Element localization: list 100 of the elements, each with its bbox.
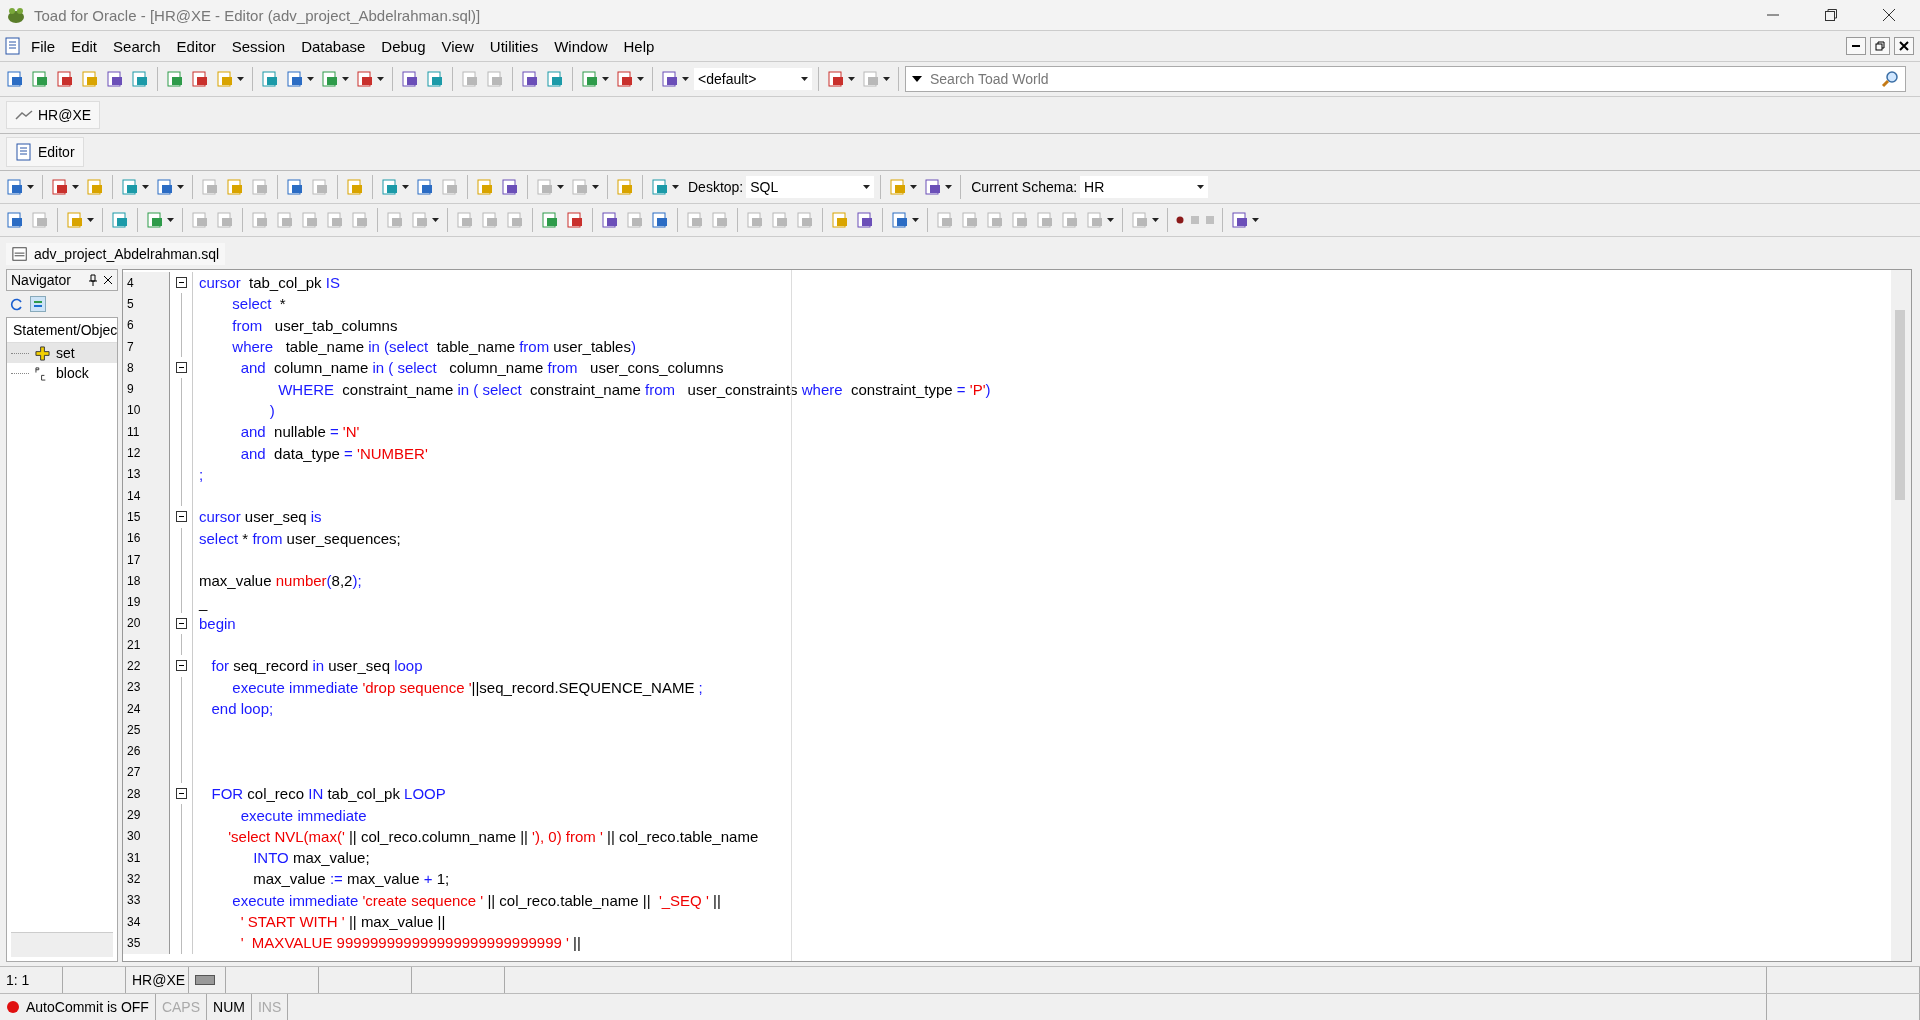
- menu-item[interactable]: File: [24, 35, 63, 57]
- document-icon[interactable]: [891, 211, 909, 229]
- caret-icon[interactable]: [602, 77, 609, 81]
- menu-item[interactable]: Editor: [169, 35, 223, 57]
- document-icon[interactable]: [521, 70, 539, 88]
- tree-item[interactable]: set: [7, 343, 117, 363]
- document-icon[interactable]: [321, 70, 339, 88]
- caret-icon[interactable]: [912, 218, 919, 222]
- editor-tab[interactable]: Editor: [6, 137, 84, 167]
- restore-button[interactable]: [1870, 37, 1890, 55]
- menu-item[interactable]: Help: [616, 35, 662, 57]
- document-icon[interactable]: [31, 70, 49, 88]
- document-icon[interactable]: [51, 178, 69, 196]
- caret-icon[interactable]: [910, 185, 918, 189]
- document-icon[interactable]: [106, 70, 124, 88]
- search-icon[interactable]: [1881, 70, 1899, 88]
- scrollbar[interactable]: [1891, 270, 1911, 961]
- caret-icon[interactable]: [682, 77, 689, 81]
- document-icon[interactable]: [616, 70, 634, 88]
- caret-icon[interactable]: [672, 185, 679, 189]
- collapse-icon[interactable]: [175, 660, 187, 672]
- caret-icon[interactable]: [167, 218, 174, 222]
- collapse-icon[interactable]: [175, 362, 187, 374]
- tree-item[interactable]: block: [7, 363, 117, 383]
- caret-icon[interactable]: [945, 185, 953, 189]
- document-icon[interactable]: [111, 211, 129, 229]
- document-icon[interactable]: [924, 178, 943, 196]
- caret-icon[interactable]: [87, 218, 94, 222]
- record-icon[interactable]: [1176, 216, 1184, 224]
- document-icon[interactable]: [131, 70, 149, 88]
- document-icon[interactable]: [581, 70, 599, 88]
- pin-icon[interactable]: [88, 274, 98, 286]
- menu-item[interactable]: Search: [106, 35, 168, 57]
- document-icon[interactable]: [401, 70, 419, 88]
- caret-icon[interactable]: [912, 76, 922, 82]
- document-icon[interactable]: [661, 70, 679, 88]
- menu-item[interactable]: Window: [547, 35, 615, 57]
- menu-item[interactable]: Edit: [64, 35, 105, 57]
- desktop-dropdown[interactable]: SQL: [746, 176, 875, 198]
- schema-dropdown[interactable]: HR: [1080, 176, 1209, 198]
- menu-item[interactable]: Debug: [374, 35, 433, 57]
- line-number: 20: [123, 612, 170, 635]
- document-icon[interactable]: [416, 178, 434, 196]
- menu-item[interactable]: Utilities: [482, 35, 546, 57]
- document-icon[interactable]: [191, 70, 209, 88]
- restore-icon[interactable]: [1824, 8, 1838, 22]
- document-icon[interactable]: [6, 178, 24, 196]
- caret-icon[interactable]: [237, 77, 244, 81]
- minimize-button[interactable]: [1846, 37, 1866, 55]
- restore-icon: [1875, 41, 1885, 51]
- close-icon[interactable]: [103, 275, 113, 285]
- document-icon[interactable]: [546, 70, 564, 88]
- document-icon[interactable]: [56, 70, 74, 88]
- status-dot-icon: [6, 1000, 20, 1014]
- file-tab[interactable]: adv_project_Abdelrahman.sql: [6, 243, 226, 265]
- document-icon[interactable]: [166, 70, 184, 88]
- caret-icon[interactable]: [307, 77, 314, 81]
- caret-icon[interactable]: [177, 185, 184, 189]
- document-icon[interactable]: [601, 211, 619, 229]
- caret-icon[interactable]: [72, 185, 79, 189]
- document-icon[interactable]: [156, 178, 174, 196]
- document-icon[interactable]: [356, 70, 374, 88]
- caret-icon[interactable]: [142, 185, 149, 189]
- menu-item[interactable]: View: [434, 35, 481, 57]
- document-icon[interactable]: [566, 211, 584, 229]
- search-bar[interactable]: Search Toad World: [905, 66, 1906, 92]
- document-icon[interactable]: [827, 70, 845, 88]
- document-icon[interactable]: [426, 70, 444, 88]
- caret-icon[interactable]: [1252, 218, 1259, 222]
- collapse-icon[interactable]: [175, 277, 187, 289]
- caret-icon[interactable]: [848, 77, 855, 81]
- document-icon[interactable]: [541, 211, 559, 229]
- caret-icon[interactable]: [402, 185, 409, 189]
- caret-icon[interactable]: [637, 77, 644, 81]
- document-icon[interactable]: [6, 70, 24, 88]
- refresh-icon[interactable]: [10, 297, 24, 311]
- document-icon[interactable]: [1231, 211, 1249, 229]
- document-icon[interactable]: [651, 211, 669, 229]
- caret-icon[interactable]: [342, 77, 349, 81]
- search-field[interactable]: Search Toad World: [928, 70, 1875, 88]
- collapse-icon[interactable]: [175, 511, 187, 523]
- menu-item[interactable]: Session: [224, 35, 293, 57]
- caret-icon[interactable]: [27, 185, 34, 189]
- collapse-icon[interactable]: [175, 617, 187, 629]
- list-icon[interactable]: [30, 296, 46, 312]
- configuration-dropdown[interactable]: <default>: [694, 68, 812, 90]
- scrollbar[interactable]: [11, 932, 113, 957]
- caret-icon[interactable]: [377, 77, 384, 81]
- document-icon[interactable]: [856, 211, 874, 229]
- document-icon[interactable]: [146, 211, 164, 229]
- collapse-icon[interactable]: [175, 788, 187, 800]
- document-icon[interactable]: [286, 70, 304, 88]
- document-icon[interactable]: [286, 178, 304, 196]
- connection-tab[interactable]: HR@XE: [6, 101, 101, 129]
- menu-item[interactable]: Database: [294, 35, 373, 57]
- close-icon[interactable]: [1882, 8, 1896, 22]
- document-icon[interactable]: [6, 211, 24, 229]
- document-icon[interactable]: [501, 178, 519, 196]
- document-icon[interactable]: [261, 70, 279, 88]
- close-button[interactable]: [1894, 37, 1914, 55]
